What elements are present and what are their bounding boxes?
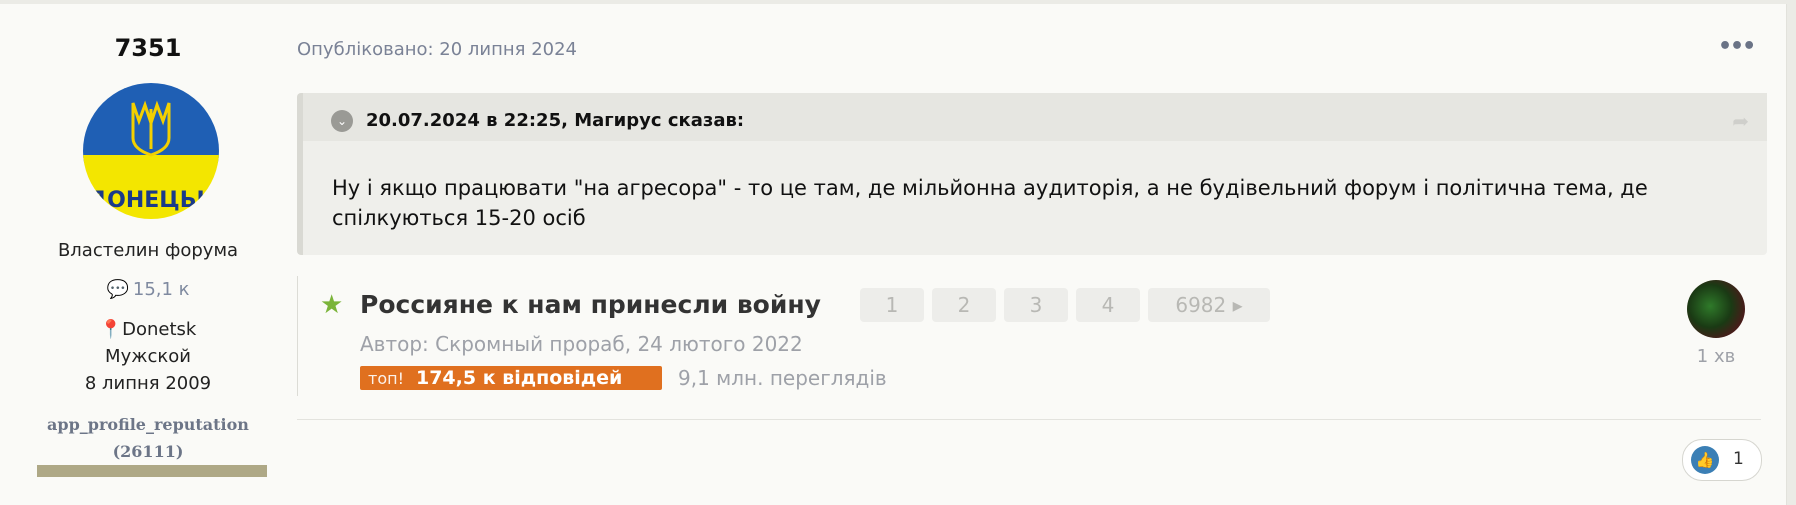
page-link[interactable]: 1 (860, 288, 924, 322)
thumbs-up-icon: 👍 (1691, 446, 1719, 474)
topic-title[interactable]: Россияне к нам принесли войну (360, 290, 821, 319)
comment-icon: 💬 (106, 279, 129, 300)
last-poster-avatar[interactable] (1687, 280, 1745, 338)
author-posts-count: 15,1 к (132, 279, 190, 300)
author-joined: 8 липня 2009 (84, 373, 212, 394)
embedded-topic: ★ Россияне к нам принесли войну 1 2 3 4 … (297, 276, 1762, 396)
quote-citation[interactable]: 20.07.2024 в 22:25, Магирус сказав: (366, 110, 744, 131)
topic-replies: 174,5 к відповідей (415, 367, 623, 389)
page-link[interactable]: 3 (1004, 288, 1068, 322)
post-card: 7351 ДОНЕЦЬК Властелин форума 💬 15,1 к 📍D… (0, 4, 1787, 505)
page-link[interactable]: 2 (932, 288, 996, 322)
author-avatar[interactable]: ДОНЕЦЬК (83, 83, 219, 219)
page-link-last[interactable]: 6982 ▸ (1148, 288, 1270, 322)
author-posts[interactable]: 💬 15,1 к (0, 279, 296, 300)
chevron-down-icon[interactable]: ⌄ (331, 110, 353, 132)
quote-block: ⌄ 20.07.2024 в 22:25, Магирус сказав: ➦ … (297, 93, 1767, 255)
reputation-bar (37, 465, 267, 477)
author-name[interactable]: 7351 (0, 34, 296, 62)
divider (297, 419, 1761, 420)
reputation-label: app_profile_reputation (47, 415, 249, 434)
map-pin-icon: 📍 (99, 319, 123, 340)
like-count: 1 (1733, 449, 1744, 469)
author-location-text: Donetsk (122, 319, 197, 340)
share-arrow-icon[interactable]: ➦ (1732, 109, 1749, 133)
quote-text: Ну і якщо працювати "на агресора" - то ц… (332, 176, 1648, 230)
star-icon: ★ (320, 290, 344, 320)
like-button[interactable]: 👍 1 (1682, 439, 1762, 481)
last-post-time[interactable]: 1 хв (1678, 346, 1754, 367)
more-options-icon[interactable]: ••• (1718, 34, 1756, 59)
hot-badge: топ! 174,5 к відповідей (360, 366, 662, 390)
reputation-value: (26111) (112, 442, 184, 461)
hot-label: топ! (368, 369, 404, 388)
post-published-date[interactable]: Опубліковано: 20 липня 2024 (297, 39, 577, 60)
author-rank: Властелин форума (57, 240, 239, 261)
author-gender: Мужской (105, 346, 191, 367)
avatar-text: ДОНЕЦЬК (88, 188, 215, 213)
topic-views: 9,1 млн. переглядів (678, 366, 887, 390)
topic-author-line[interactable]: Автор: Скромный прораб, 24 лютого 2022 (360, 332, 803, 356)
quote-header: ⌄ 20.07.2024 в 22:25, Магирус сказав: ➦ (303, 93, 1767, 141)
author-location: 📍Donetsk (0, 319, 296, 340)
page-link[interactable]: 4 (1076, 288, 1140, 322)
